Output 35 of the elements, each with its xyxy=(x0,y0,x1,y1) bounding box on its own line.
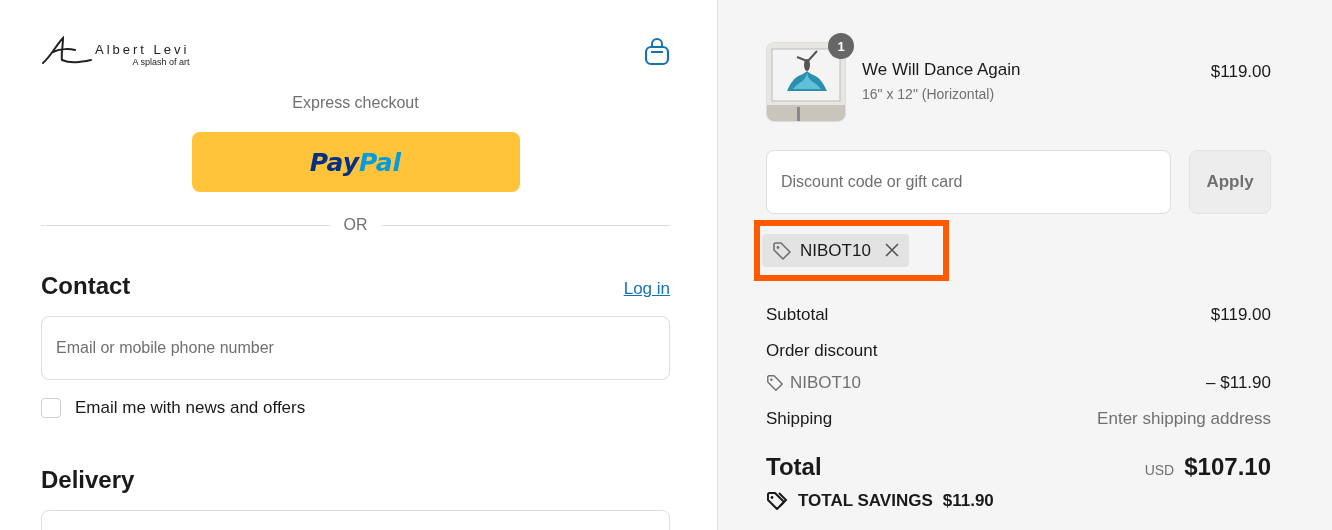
shopping-bag-icon[interactable] xyxy=(644,38,670,66)
currency-code: USD xyxy=(1144,462,1175,478)
quantity-badge: 1 xyxy=(828,33,854,59)
paypal-button[interactable]: PayPal xyxy=(191,132,520,192)
checkbox[interactable] xyxy=(41,398,61,418)
express-checkout-title: Express checkout xyxy=(291,94,420,112)
divider-label: OR xyxy=(343,216,368,234)
savings-amount: $11.90 xyxy=(942,491,994,511)
apply-button[interactable]: Apply xyxy=(1189,150,1271,214)
total-label: Total xyxy=(766,453,822,481)
summary-value: Enter shipping address xyxy=(1097,409,1271,429)
total-amount: $107.10 xyxy=(1184,453,1271,481)
summary-value: – $11.90 xyxy=(1206,373,1271,393)
discount-field[interactable]: Discount code or gift card xyxy=(766,150,1171,214)
login-link[interactable]: Log in xyxy=(623,279,670,299)
summary-value: $119.00 xyxy=(1210,305,1271,325)
tags-icon xyxy=(766,491,788,511)
tag-icon xyxy=(766,374,784,392)
logo-signature-icon xyxy=(41,35,93,66)
discount-code: NIBOT10 xyxy=(800,240,871,261)
checkbox-label: Email me with news and offers xyxy=(75,398,306,418)
product-name: We Will Dance Again xyxy=(862,60,1022,80)
product-price: $119.00 xyxy=(1210,62,1271,82)
email-field[interactable]: Email or mobile phone number xyxy=(41,316,670,380)
section-heading: Delivery xyxy=(41,466,136,494)
savings-label: TOTAL SAVINGS xyxy=(798,491,933,511)
logo-tagline: A splash of art xyxy=(132,56,190,67)
summary-label: Shipping xyxy=(766,409,833,429)
summary-label: Subtotal xyxy=(766,305,829,325)
section-heading: Contact xyxy=(41,272,131,300)
tag-icon xyxy=(772,240,792,261)
logo-name: Albert Levi xyxy=(95,41,190,57)
product-variant: 16" x 12" (Horizontal) xyxy=(862,86,996,102)
discount-code: NIBOT10 xyxy=(790,373,861,393)
summary-label: Order discount xyxy=(766,341,878,361)
